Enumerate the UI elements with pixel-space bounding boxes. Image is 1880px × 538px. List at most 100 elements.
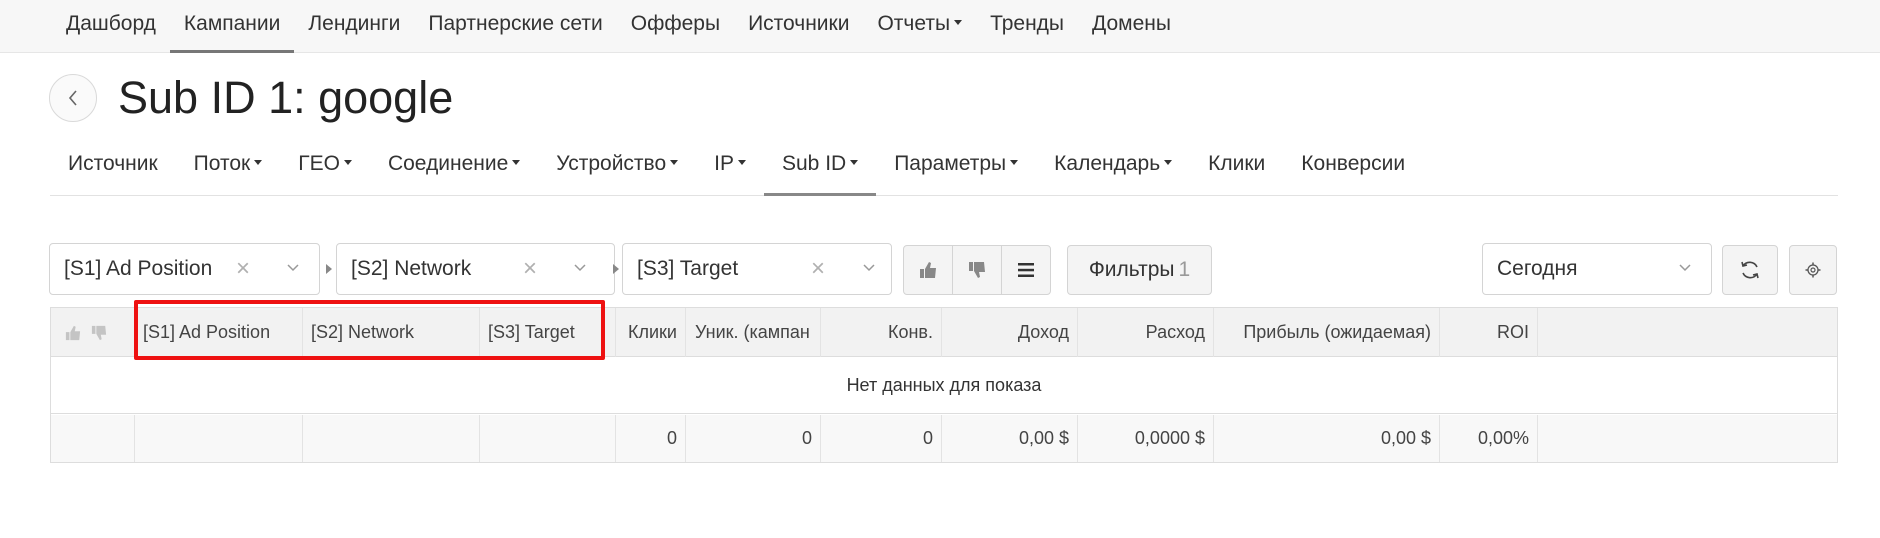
col-header-roi[interactable]: ROI	[1440, 308, 1538, 357]
col-header-s3[interactable]: [S3] Target	[480, 308, 616, 357]
thumbs-down-icon	[969, 262, 985, 278]
header-rating-cell	[51, 308, 135, 357]
totals-cell-unique: 0	[686, 415, 821, 462]
top-navbar: Дашборд Кампании Лендинги Партнерские се…	[0, 0, 1880, 53]
caret-down-icon	[1164, 159, 1173, 165]
list-view-button[interactable]	[1002, 246, 1050, 294]
nav-label: Лендинги	[308, 12, 401, 35]
tab-clicks[interactable]: Клики	[1190, 144, 1283, 196]
tab-conversions[interactable]: Конверсии	[1283, 144, 1423, 196]
filters-label: Фильтры	[1088, 258, 1175, 281]
tab-ip[interactable]: IP	[696, 144, 764, 196]
tab-geo[interactable]: ГЕО	[280, 144, 370, 196]
nav-campaigns[interactable]: Кампании	[169, 0, 295, 53]
nav-landings[interactable]: Лендинги	[294, 0, 414, 53]
tab-label: Sub ID	[782, 152, 847, 175]
clear-icon[interactable]: ×	[811, 244, 825, 294]
thumbs-up-icon[interactable]	[65, 325, 81, 341]
nav-trends[interactable]: Тренды	[976, 0, 1078, 53]
tab-device[interactable]: Устройство	[538, 144, 696, 196]
nav-label: Домены	[1092, 12, 1171, 35]
caret-down-icon	[1010, 159, 1019, 165]
page-title: Sub ID 1: google	[118, 72, 454, 123]
tab-sub-id[interactable]: Sub ID	[764, 144, 877, 196]
report-tabs: Источник Поток ГЕО Соединение Устройство…	[50, 144, 1838, 196]
nav-label: Офферы	[630, 12, 721, 35]
settings-button[interactable]	[1789, 245, 1837, 295]
col-header-cost[interactable]: Расход	[1078, 308, 1214, 357]
thumbs-down-button[interactable]	[953, 246, 1002, 294]
caret-down-icon	[343, 159, 352, 165]
thumbs-up-icon	[920, 262, 936, 278]
nav-affiliate-networks[interactable]: Партнерские сети	[414, 0, 616, 53]
totals-cell-profit: 0,00 $	[1214, 415, 1440, 462]
thumbs-down-icon[interactable]	[91, 325, 107, 341]
tab-stream[interactable]: Поток	[176, 144, 281, 196]
nav-label: Партнерские сети	[428, 12, 603, 35]
totals-cell-conversions: 0	[821, 415, 942, 462]
totals-row: 0 0 0 0,00 $ 0,0000 $ 0,00 $ 0,00%	[51, 415, 1837, 462]
chevron-down-icon	[287, 264, 299, 272]
nav-dashboard[interactable]: Дашборд	[52, 0, 170, 53]
col-header-unique[interactable]: Уник. (кампан	[686, 308, 821, 357]
caret-down-icon	[954, 19, 963, 25]
nav-offers[interactable]: Офферы	[617, 0, 734, 53]
col-header-s1[interactable]: [S1] Ad Position	[135, 308, 303, 357]
tab-parameters[interactable]: Параметры	[876, 144, 1036, 196]
nav-label: Тренды	[990, 12, 1065, 35]
main-nav: Дашборд Кампании Лендинги Партнерские се…	[52, 0, 1185, 53]
view-button-group	[903, 245, 1051, 295]
period-select[interactable]: Сегодня	[1482, 243, 1712, 295]
refresh-icon	[1741, 261, 1759, 279]
list-icon	[1018, 263, 1034, 277]
totals-cell-s3	[480, 415, 616, 462]
table-header: [S1] Ad Position [S2] Network [S3] Targe…	[51, 308, 1837, 357]
nav-sources[interactable]: Источники	[734, 0, 863, 53]
clear-icon[interactable]: ×	[236, 244, 250, 294]
select-value: [S3] Target	[637, 257, 739, 280]
tab-calendar[interactable]: Календарь	[1036, 144, 1190, 196]
col-header-clicks[interactable]: Клики	[616, 308, 686, 357]
tab-label: Клики	[1208, 152, 1266, 175]
nav-label: Кампании	[183, 12, 281, 35]
select-value: [S1] Ad Position	[64, 257, 213, 280]
col-header-revenue[interactable]: Доход	[942, 308, 1078, 357]
tab-source[interactable]: Источник	[50, 144, 176, 196]
select-value: [S2] Network	[351, 257, 472, 280]
caret-down-icon	[254, 159, 263, 165]
nav-label: Источники	[748, 12, 850, 35]
nav-reports[interactable]: Отчеты	[863, 0, 976, 53]
arrow-right-icon	[613, 264, 619, 274]
totals-cell-clicks: 0	[616, 415, 686, 462]
tab-label: Календарь	[1054, 152, 1161, 175]
report-table: [S1] Ad Position [S2] Network [S3] Targe…	[50, 307, 1838, 463]
select-value: Сегодня	[1497, 257, 1578, 280]
group-select-2[interactable]: [S2] Network ×	[336, 243, 615, 295]
chevron-down-icon	[1679, 264, 1691, 272]
tab-connection[interactable]: Соединение	[370, 144, 538, 196]
nav-domains[interactable]: Домены	[1078, 0, 1185, 53]
refresh-button[interactable]	[1722, 245, 1778, 295]
totals-cell-rating	[51, 415, 135, 462]
tab-label: ГЕО	[298, 152, 340, 175]
tab-label: IP	[714, 152, 734, 175]
totals-cell-revenue: 0,00 $	[942, 415, 1078, 462]
caret-down-icon	[670, 159, 679, 165]
col-header-s2[interactable]: [S2] Network	[303, 308, 480, 357]
clear-icon[interactable]: ×	[523, 244, 537, 294]
col-header-conversions[interactable]: Конв.	[821, 308, 942, 357]
totals-cell-cost: 0,0000 $	[1078, 415, 1214, 462]
col-header-profit[interactable]: Прибыль (ожидаемая)	[1214, 308, 1440, 357]
chevron-down-icon	[574, 264, 586, 272]
group-select-3[interactable]: [S3] Target ×	[622, 243, 892, 295]
back-button[interactable]	[49, 74, 97, 122]
nav-label: Дашборд	[66, 12, 156, 35]
caret-down-icon	[738, 159, 746, 165]
group-select-1[interactable]: [S1] Ad Position ×	[49, 243, 320, 295]
tab-label: Параметры	[894, 152, 1007, 175]
filters-button[interactable]: Фильтры 1	[1067, 245, 1212, 295]
arrow-right-icon	[326, 264, 332, 274]
thumbs-up-button[interactable]	[904, 246, 953, 294]
tab-label: Устройство	[556, 152, 667, 175]
chevron-left-icon	[68, 90, 77, 106]
